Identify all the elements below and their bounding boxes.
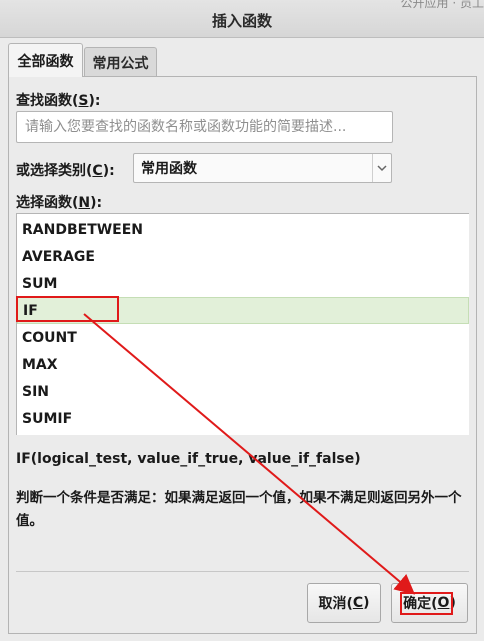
- category-label: 或选择类别(C):: [16, 163, 115, 179]
- list-item[interactable]: AVERAGE: [17, 244, 469, 271]
- list-item[interactable]: MAX: [17, 352, 469, 379]
- list-item[interactable]: SUM: [17, 271, 469, 298]
- search-label: 查找函数(S):: [16, 93, 101, 109]
- dialog-title: 插入函数: [211, 12, 272, 30]
- ok-button[interactable]: 确定(O): [391, 583, 468, 623]
- function-syntax: IF(logical_test, value_if_true, value_if…: [16, 451, 361, 467]
- list-item-selected[interactable]: IF: [17, 297, 469, 324]
- dialog-titlebar: 公开应用 · 员工 插入函数: [0, 0, 484, 38]
- list-item[interactable]: SUMIF: [17, 406, 469, 433]
- category-value: 常用函数: [141, 161, 197, 177]
- cancel-button[interactable]: 取消(C): [307, 583, 381, 623]
- list-item[interactable]: RANDBETWEEN: [17, 217, 469, 244]
- search-input[interactable]: [16, 111, 393, 143]
- function-list[interactable]: RANDBETWEEN AVERAGE SUM IF COUNT MAX SIN…: [16, 213, 469, 435]
- tab-common-formulas[interactable]: 常用公式: [84, 47, 157, 77]
- tab-all-functions[interactable]: 全部函数: [8, 43, 83, 77]
- category-select[interactable]: 常用函数: [133, 153, 392, 183]
- chevron-down-icon[interactable]: [372, 154, 391, 182]
- list-item[interactable]: SIN: [17, 379, 469, 406]
- function-list-label: 选择函数(N):: [16, 195, 103, 211]
- function-description: 判断一个条件是否满足：如果满足返回一个值，如果不满足则返回另外一个值。: [16, 490, 462, 529]
- list-item[interactable]: COUNT: [17, 325, 469, 352]
